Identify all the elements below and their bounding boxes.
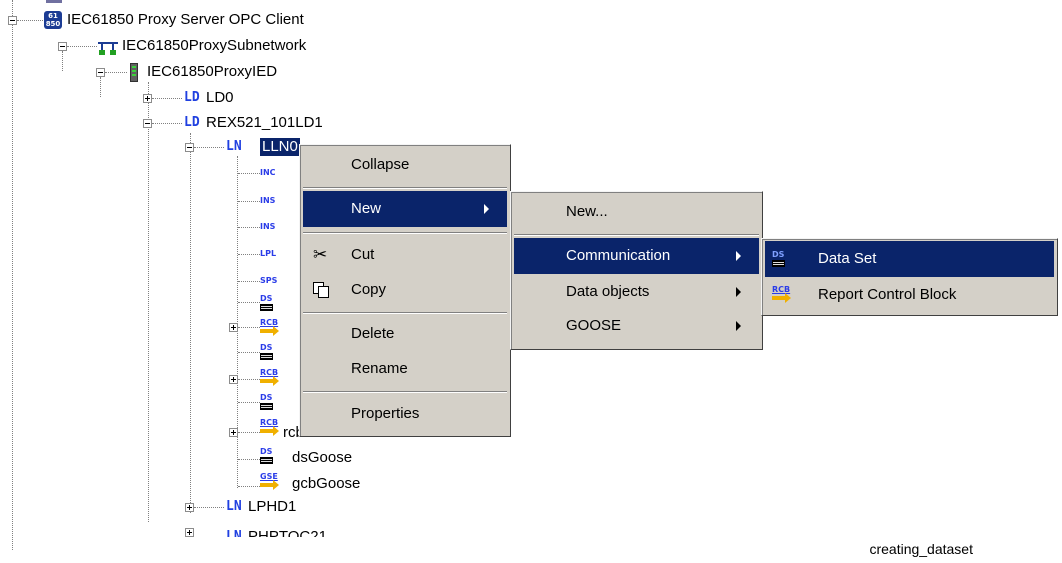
inc-icon: INC [260, 168, 276, 177]
ld-icon: LD [184, 115, 200, 130]
expand-rcb-toggle[interactable] [229, 323, 238, 332]
collapse-ied-toggle[interactable] [96, 68, 105, 77]
collapse-root-toggle[interactable] [8, 16, 17, 25]
dataset-icon: DS [260, 343, 274, 361]
menu-item-goose[interactable]: GOOSE [514, 308, 759, 344]
dataset-icon: DS [260, 447, 274, 465]
submenu-arrow-icon [736, 251, 741, 261]
collapse-subnetwork-toggle[interactable] [58, 42, 67, 51]
dataset-icon: DS [260, 393, 274, 411]
report-control-block-icon: RCB [260, 368, 279, 386]
goose-control-block-icon: GSE [260, 472, 279, 490]
menu-item-delete[interactable]: Delete [303, 316, 507, 352]
menu-item-properties[interactable]: Properties [303, 396, 507, 432]
dataset-icon: DS [260, 294, 274, 312]
cut-off-icon [46, 0, 62, 3]
menu-item-copy[interactable]: Copy [303, 272, 507, 308]
expand-lphd1-toggle[interactable] [185, 503, 194, 512]
tree-subnetwork-label[interactable]: IEC61850ProxySubnetwork [122, 37, 306, 55]
submenu-arrow-icon [736, 321, 741, 331]
menu-item-report-control-block[interactable]: RCB Report Control Block [765, 277, 1054, 313]
submenu-arrow-icon [736, 287, 741, 297]
copy-icon [313, 282, 329, 298]
tree-root-label[interactable]: IEC61850 Proxy Server OPC Client [67, 11, 304, 29]
ins-icon: INS [260, 196, 276, 205]
tree-gcbgoose-label[interactable]: gcbGoose [292, 475, 360, 493]
collapse-lln0-toggle[interactable] [185, 143, 194, 152]
menu-item-new-dialog[interactable]: New... [514, 194, 759, 230]
subnetwork-icon [98, 40, 118, 56]
partial-tree-row: LN PHPTOC21 [0, 525, 420, 537]
tree-lln0-label[interactable]: LLN0 [259, 137, 301, 157]
menu-item-data-objects[interactable]: Data objects [514, 274, 759, 310]
tree-ld1-label[interactable]: REX521_101LD1 [206, 114, 323, 132]
menu-item-data-set[interactable]: DS Data Set [765, 241, 1054, 277]
expand-rcb-toggle[interactable] [229, 375, 238, 384]
ln-icon: LN [226, 499, 242, 514]
tree-ied-label[interactable]: IEC61850ProxyIED [147, 63, 277, 81]
tree-ld0-label[interactable]: LD0 [206, 89, 234, 107]
ins-icon: INS [260, 222, 276, 231]
collapse-ld1-toggle[interactable] [143, 119, 152, 128]
menu-item-new[interactable]: New [303, 191, 507, 227]
figure-caption: creating_dataset [869, 541, 973, 557]
menu-item-collapse[interactable]: Collapse [303, 147, 507, 183]
report-control-block-icon: RCB [772, 285, 791, 303]
scissors-icon: ✂ [313, 245, 328, 264]
menu-item-communication[interactable]: Communication [514, 238, 759, 274]
report-control-block-icon: RCB [260, 418, 279, 436]
new-submenu: New... Communication Data objects GOOSE [510, 191, 763, 350]
opc-client-icon: 61 850 [44, 11, 62, 29]
tree-lphd1-label[interactable]: LPHD1 [248, 498, 296, 516]
dataset-icon: DS [772, 250, 786, 268]
expand-rcb-toggle[interactable] [229, 428, 238, 437]
ied-icon [130, 63, 138, 82]
lpl-icon: LPL [260, 249, 277, 258]
ln-icon: LN [226, 139, 242, 154]
submenu-arrow-icon [484, 204, 489, 214]
context-menu: Collapse New ✂ Cut Copy Delete Rename Pr… [299, 144, 511, 437]
menu-item-rename[interactable]: Rename [303, 351, 507, 387]
report-control-block-icon: RCB [260, 318, 279, 336]
communication-submenu: DS Data Set RCB Report Control Block [761, 238, 1058, 316]
ld-icon: LD [184, 90, 200, 105]
tree-dsgoose-label[interactable]: dsGoose [292, 449, 352, 467]
sps-icon: SPS [260, 276, 278, 285]
menu-item-cut[interactable]: ✂ Cut [303, 237, 507, 273]
expand-ld0-toggle[interactable] [143, 94, 152, 103]
